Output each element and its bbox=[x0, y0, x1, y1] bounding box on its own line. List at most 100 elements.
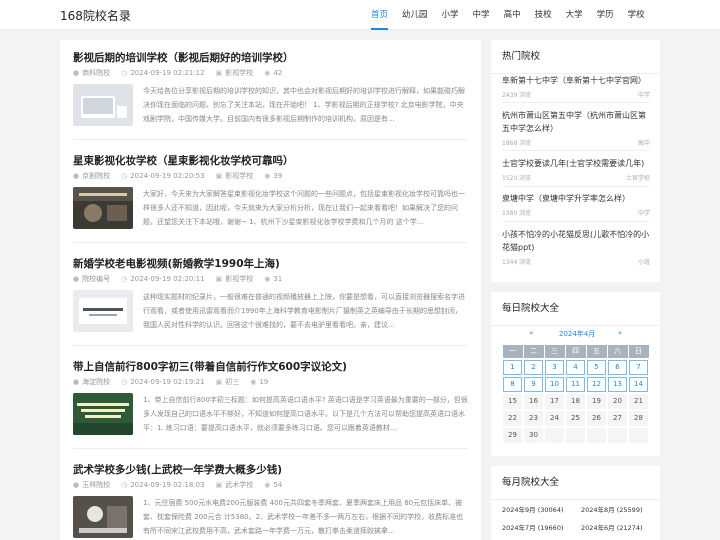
next-month-button[interactable]: » bbox=[618, 329, 622, 337]
article-title[interactable]: 新婚学校老电影视频(新婚教学1990年上海) bbox=[73, 256, 280, 271]
article-meta: ● 京剧院校 ◷ 2024-09-19 02:20:53 ▣ 影视学校 ◉ 39 bbox=[73, 171, 293, 181]
nav-high[interactable]: 高中 bbox=[497, 0, 528, 30]
article-category[interactable]: 影视学校 bbox=[225, 274, 253, 284]
nav-middle[interactable]: 中学 bbox=[466, 0, 497, 30]
nav-degree[interactable]: 学历 bbox=[590, 0, 621, 30]
monthly-link[interactable]: 2024年9月 (30064) bbox=[502, 504, 564, 514]
user-icon: ● bbox=[73, 275, 80, 283]
calendar-day[interactable]: 10 bbox=[544, 376, 565, 393]
hot-school-title[interactable]: 小孩不怕冷的小花猫反思(儿歌不怕冷的小花猫ppt) bbox=[502, 228, 650, 254]
hot-school-tag[interactable]: 士官学校 bbox=[626, 173, 650, 182]
calendar-day-number: 7 bbox=[629, 360, 648, 375]
calendar-heading: 每日院校大全 bbox=[491, 292, 660, 326]
article-category[interactable]: 影视学校 bbox=[225, 68, 253, 78]
calendar-day[interactable]: 12 bbox=[586, 376, 607, 393]
calendar-day[interactable]: 14 bbox=[628, 376, 649, 393]
article-date: 2024-09-19 02:20:53 bbox=[130, 172, 205, 180]
article-author[interactable]: 院校编号 bbox=[82, 274, 110, 284]
hot-schools-heading: 热门院校 bbox=[491, 40, 660, 74]
article-title[interactable]: 武术学校多少钱(上武校一年学费大概多少钱) bbox=[73, 462, 282, 477]
calendar-day-number: 26 bbox=[587, 411, 606, 426]
eye-icon: ◉ bbox=[264, 275, 271, 283]
calendar-day[interactable]: 13 bbox=[607, 376, 628, 393]
hot-school-title[interactable]: 士官学校要读几年(士官学校需要读几年) bbox=[502, 157, 650, 170]
nav-home[interactable]: 首页 bbox=[364, 0, 395, 30]
calendar-day-number: 4 bbox=[566, 360, 585, 375]
article-thumbnail[interactable] bbox=[73, 496, 133, 538]
calendar-empty-cell bbox=[607, 427, 628, 444]
article-author[interactable]: 海淀院校 bbox=[82, 377, 110, 387]
weekday-cell: 二 bbox=[523, 345, 544, 358]
user-icon: ● bbox=[73, 172, 80, 180]
calendar-day[interactable]: 1 bbox=[502, 359, 523, 376]
weekday-cell: 四 bbox=[565, 345, 586, 358]
hot-school-item[interactable]: 小孩不怕冷的小花猫反思(儿歌不怕冷的小花猫ppt) 1344 浏览 小班 bbox=[502, 228, 650, 266]
weekday-cell: 三 bbox=[544, 345, 565, 358]
calendar-day-number: 30 bbox=[524, 428, 543, 443]
calendar-empty-cell bbox=[628, 427, 649, 444]
article-title[interactable]: 带上自信前行800字初三(带着自信前行作文600字议论文) bbox=[73, 359, 347, 374]
article-author[interactable]: 商科院校 bbox=[82, 68, 110, 78]
article-thumbnail[interactable] bbox=[73, 290, 133, 332]
calendar-day[interactable]: 11 bbox=[565, 376, 586, 393]
article-thumbnail[interactable] bbox=[73, 84, 133, 126]
hot-school-tag[interactable]: 中学 bbox=[638, 208, 650, 217]
nav-university[interactable]: 大学 bbox=[559, 0, 590, 30]
calendar-day: 23 bbox=[523, 410, 544, 427]
article-title[interactable]: 影视后期的培训学校（影视后期好的培训学校） bbox=[73, 50, 294, 65]
monthly-link[interactable]: 2024年7月 (19660) bbox=[502, 522, 564, 532]
calendar-day: 28 bbox=[628, 410, 649, 427]
calendar-day-number: 28 bbox=[629, 411, 648, 426]
calendar-day[interactable]: 3 bbox=[544, 359, 565, 376]
hot-school-views: 1520 浏览 bbox=[502, 175, 532, 182]
nav-kindergarten[interactable]: 幼儿园 bbox=[395, 0, 435, 30]
calendar-day[interactable]: 8 bbox=[502, 376, 523, 393]
calendar-day[interactable]: 9 bbox=[523, 376, 544, 393]
calendar-day-number: 24 bbox=[545, 411, 564, 426]
article-title[interactable]: 星束影视化妆学校（星束影视化妆学校可靠吗） bbox=[73, 153, 294, 168]
calendar-day: 24 bbox=[544, 410, 565, 427]
hot-school-item[interactable]: 泉塘中学（泉塘中学升学率怎么样） 1380 浏览 中学 bbox=[502, 192, 650, 217]
hot-school-tag[interactable]: 高中 bbox=[638, 138, 650, 147]
nav-school[interactable]: 学校 bbox=[621, 0, 652, 30]
calendar-day-number: 25 bbox=[566, 411, 585, 426]
calendar-day[interactable]: 5 bbox=[586, 359, 607, 376]
calendar-day[interactable]: 6 bbox=[607, 359, 628, 376]
article-author[interactable]: 京剧院校 bbox=[82, 171, 110, 181]
nav-primary[interactable]: 小学 bbox=[435, 0, 466, 30]
clock-icon: ◷ bbox=[121, 172, 128, 180]
article-category[interactable]: 初三 bbox=[225, 377, 239, 387]
article-item: 武术学校多少钱(上武校一年学费大概多少钱) ● 玉林院校 ◷ 2024-09-19 … bbox=[73, 452, 468, 540]
article-thumbnail[interactable] bbox=[73, 393, 133, 435]
hot-school-title[interactable]: 杭州市萧山区第五中学（杭州市萧山区第五中学怎么样） bbox=[502, 109, 650, 135]
calendar-day[interactable]: 2 bbox=[523, 359, 544, 376]
hot-school-title[interactable]: 阜新第十七中学（阜新第十七中学官网） bbox=[502, 74, 650, 87]
article-date: 2024-09-19 02:20:11 bbox=[130, 275, 205, 283]
article-views: 19 bbox=[259, 378, 269, 386]
calendar-day[interactable]: 7 bbox=[628, 359, 649, 376]
hot-schools-panel: 热门院校 阜新第十七中学（阜新第十七中学官网） 2439 浏览 中学 杭州市萧山区… bbox=[491, 40, 660, 282]
calendar-day[interactable]: 4 bbox=[565, 359, 586, 376]
hot-school-item[interactable]: 杭州市萧山区第五中学（杭州市萧山区第五中学怎么样） 1868 浏览 高中 bbox=[502, 109, 650, 147]
article-category[interactable]: 影视学校 bbox=[225, 171, 253, 181]
calendar-day: 22 bbox=[502, 410, 523, 427]
article-author[interactable]: 玉林院校 bbox=[82, 480, 110, 490]
monthly-link[interactable]: 2024年6月 (21274) bbox=[581, 522, 643, 532]
calendar-day-number: 9 bbox=[524, 377, 543, 392]
hot-school-tag[interactable]: 小班 bbox=[638, 257, 650, 266]
hot-school-item[interactable]: 阜新第十七中学（阜新第十七中学官网） 2439 浏览 中学 bbox=[502, 74, 650, 99]
nav-technical[interactable]: 技校 bbox=[528, 0, 559, 30]
calendar-day: 25 bbox=[565, 410, 586, 427]
prev-month-button[interactable]: « bbox=[529, 329, 533, 337]
site-logo[interactable]: 168院校名录 bbox=[60, 7, 131, 24]
divider bbox=[502, 186, 650, 187]
hot-school-title[interactable]: 泉塘中学（泉塘中学升学率怎么样） bbox=[502, 192, 650, 205]
hot-school-item[interactable]: 士官学校要读几年(士官学校需要读几年) 1520 浏览 士官学校 bbox=[502, 157, 650, 182]
article-category[interactable]: 武术学校 bbox=[225, 480, 253, 490]
calendar-weekday-row: 一 二 三 四 五 六 日 bbox=[502, 345, 649, 359]
hot-school-tag[interactable]: 中学 bbox=[638, 90, 650, 99]
article-thumbnail[interactable] bbox=[73, 187, 133, 229]
monthly-link[interactable]: 2024年8月 (25599) bbox=[581, 504, 643, 514]
hot-school-views: 1380 浏览 bbox=[502, 210, 532, 217]
calendar-day-number: 11 bbox=[566, 377, 585, 392]
